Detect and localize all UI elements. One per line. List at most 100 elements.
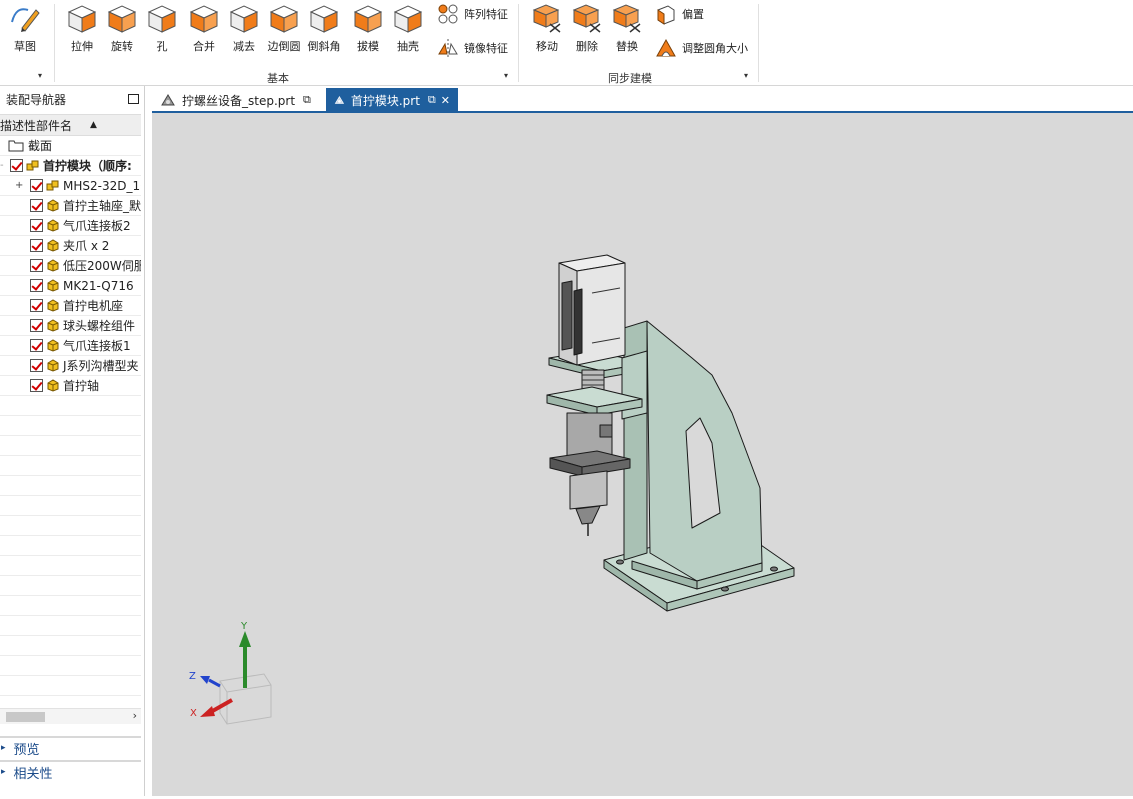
external-window-icon[interactable]: ⧉ <box>303 93 311 107</box>
checkbox[interactable] <box>30 199 43 212</box>
horizontal-scrollbar[interactable]: › <box>0 708 141 724</box>
tree-row[interactable]: 首拧轴 <box>0 376 141 396</box>
move-face-icon <box>532 4 561 33</box>
subtract-button[interactable]: 减去 <box>226 2 262 54</box>
tree-row-empty <box>0 636 141 656</box>
tree-row-label: 气爪连接板2 <box>63 219 131 233</box>
tree-row-empty <box>0 596 141 616</box>
hole-button[interactable]: 孔 <box>144 2 180 54</box>
pattern-feature-icon <box>438 4 458 24</box>
mirror-feature-label: 镜像特征 <box>464 42 508 55</box>
ribbon-button-label: 替换 <box>616 40 638 53</box>
delete-face-icon <box>572 4 601 33</box>
tree-row-empty <box>0 576 141 596</box>
shell-button[interactable]: 抽壳 <box>390 2 426 54</box>
expand-icon[interactable]: + <box>15 180 23 191</box>
ribbon-button-label: 减去 <box>233 40 255 53</box>
edge-blend-icon <box>269 5 299 33</box>
checkbox[interactable] <box>10 159 23 172</box>
extrude-button[interactable]: 拉伸 <box>64 2 100 54</box>
checkbox[interactable] <box>30 319 43 332</box>
sync-group-dropdown[interactable]: ▾ <box>744 71 748 80</box>
subtract-icon <box>229 5 259 33</box>
sketch-group-dropdown[interactable]: ▾ <box>38 71 42 80</box>
checkbox[interactable] <box>30 339 43 352</box>
unite-icon <box>189 5 219 33</box>
preview-label: 预览 <box>13 742 40 758</box>
part-icon <box>47 299 59 312</box>
tab-first-screw-module[interactable]: 首拧模块.prt ⧉ ✕ <box>326 88 458 112</box>
checkbox[interactable] <box>30 359 43 372</box>
resize-blend-label: 调整圆角大小 <box>682 42 748 55</box>
tree-row[interactable]: 气爪连接板1 <box>0 336 141 356</box>
draft-button[interactable]: 拔模 <box>350 2 386 54</box>
scrollbar-thumb[interactable] <box>6 712 45 722</box>
checkbox[interactable] <box>30 239 43 252</box>
checkbox[interactable] <box>30 259 43 272</box>
navigator-tree: 截面 - 首拧模块（顺序: + MHS2-32D_16 首拧主轴座_默气爪连接板2 夹爪 x… <box>0 136 141 708</box>
column-header[interactable]: 描述性部件名 ▲ <box>0 114 141 136</box>
assembly-navigator: 装配导航器 描述性部件名 ▲ 截面 - 首拧模块（顺序: + MHS2-32D_16 首拧… <box>0 86 145 796</box>
unite-button[interactable]: 合并 <box>186 2 222 54</box>
chamfer-button[interactable]: 倒斜角 <box>306 2 342 54</box>
tree-row-label: MK21-Q716 <box>63 278 134 293</box>
tree-row[interactable]: + MHS2-32D_16 <box>0 176 141 196</box>
collapse-icon[interactable]: - <box>0 160 4 171</box>
checkbox[interactable] <box>30 179 43 192</box>
checkbox[interactable] <box>30 219 43 232</box>
tab-screw-equipment[interactable]: 拧螺丝设备_step.prt ⧉ <box>152 88 324 112</box>
pattern-feature-button[interactable]: 阵列特征 <box>436 2 508 26</box>
tree-row[interactable]: 低压200W伺服 <box>0 256 141 276</box>
maximize-icon[interactable] <box>128 94 139 104</box>
tree-row[interactable]: 气爪连接板2 <box>0 216 141 236</box>
sort-ascending-icon[interactable]: ▲ <box>90 120 97 130</box>
checkbox[interactable] <box>30 299 43 312</box>
dependencies-label: 相关性 <box>13 766 53 782</box>
view-triad[interactable]: Y X Z <box>189 621 272 725</box>
part-icon <box>47 359 59 372</box>
assembly-icon <box>26 160 39 171</box>
checkbox[interactable] <box>30 379 43 392</box>
column-header-label: 描述性部件名 <box>0 118 73 133</box>
tree-row-empty <box>0 656 141 676</box>
edge-blend-button[interactable]: 边倒圆 <box>266 2 302 54</box>
replace-face-button[interactable]: 替换 <box>608 2 646 54</box>
offset-region-icon <box>657 5 675 25</box>
tree-row[interactable]: 球头螺栓组件 <box>0 316 141 336</box>
part-icon <box>47 379 59 392</box>
external-window-icon[interactable]: ⧉ <box>428 93 436 107</box>
assembly-model[interactable] <box>546 254 795 612</box>
graphics-viewport[interactable]: Y X Z <box>152 113 1133 796</box>
close-icon[interactable]: ✕ <box>441 94 450 107</box>
tree-row[interactable]: 夹爪 x 2 <box>0 236 141 256</box>
sketch-button[interactable]: 草图 <box>8 2 42 54</box>
delete-face-button[interactable]: 删除 <box>568 2 606 54</box>
gripper <box>569 470 608 510</box>
revolve-icon <box>107 5 137 33</box>
move-face-button[interactable]: 移动 <box>528 2 566 54</box>
resize-blend-button[interactable]: 调整圆角大小 <box>654 36 748 60</box>
offset-region-button[interactable]: 偏置 <box>654 2 704 26</box>
preview-section[interactable]: ▸ 预览 <box>0 736 141 758</box>
tree-row[interactable]: J系列沟槽型夹 <box>0 356 141 376</box>
tree-row-empty <box>0 556 141 576</box>
chamfer-icon <box>309 5 339 33</box>
navigator-title: 装配导航器 <box>6 92 67 107</box>
tree-row-empty <box>0 676 141 696</box>
tree-row[interactable]: 截面 <box>0 136 141 156</box>
revolve-button[interactable]: 旋转 <box>104 2 140 54</box>
basic-group-dropdown[interactable]: ▾ <box>504 71 508 80</box>
tree-row[interactable]: 首拧电机座 <box>0 296 141 316</box>
tree-row-empty <box>0 536 141 556</box>
model-canvas[interactable]: Y X Z <box>152 113 1133 796</box>
offset-region-label: 偏置 <box>682 8 704 21</box>
scroll-right-icon[interactable]: › <box>133 709 137 722</box>
ribbon-button-label: 移动 <box>536 40 558 53</box>
tree-row[interactable]: 首拧主轴座_默 <box>0 196 141 216</box>
tree-row-empty <box>0 416 141 436</box>
mirror-feature-button[interactable]: 镜像特征 <box>436 36 508 60</box>
checkbox[interactable] <box>30 279 43 292</box>
tree-row[interactable]: MK21-Q716 <box>0 276 141 296</box>
tree-row[interactable]: - 首拧模块（顺序: <box>0 156 141 176</box>
dependencies-section[interactable]: ▸ 相关性 <box>0 760 141 782</box>
